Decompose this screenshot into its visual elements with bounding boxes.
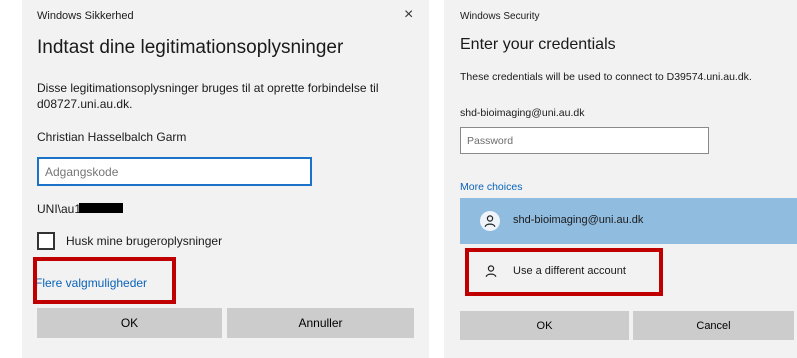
user-avatar-icon: [480, 211, 500, 231]
dialog-app-title: Windows Security: [460, 11, 540, 22]
more-choices-link[interactable]: More choices: [460, 181, 522, 193]
more-choices-link[interactable]: Flere valgmuligheder: [35, 276, 147, 290]
account-option[interactable]: shd-bioimaging@uni.au.dk: [460, 198, 797, 244]
remember-checkbox[interactable]: [37, 232, 55, 250]
remember-label: Husk mine brugeroplysninger: [66, 234, 223, 248]
cancel-button[interactable]: Annuller: [227, 308, 414, 338]
dialog-description: These credentials will be used to connec…: [460, 71, 752, 83]
redaction-bar: [79, 203, 123, 213]
password-input[interactable]: [460, 127, 709, 154]
dialog-app-title: Windows Sikkerhed: [37, 10, 134, 22]
use-different-account-option[interactable]: Use a different account: [460, 248, 700, 296]
windows-security-dialog-danish: Windows Sikkerhed × Indtast dine legitim…: [22, 0, 429, 358]
dialog-heading: Indtast dine legitimationsoplysninger: [37, 37, 344, 58]
windows-security-dialog-english: Windows Security Enter your credentials …: [444, 0, 797, 358]
username-label: Christian Hasselbalch Garm: [37, 130, 187, 144]
password-input[interactable]: [37, 157, 312, 186]
cancel-button[interactable]: Cancel: [633, 311, 794, 340]
close-icon[interactable]: ×: [404, 6, 413, 24]
use-different-account-label: Use a different account: [513, 265, 626, 277]
dialog-description: Disse legitimationsoplysninger bruges ti…: [37, 81, 379, 111]
dialog-heading: Enter your credentials: [460, 36, 616, 53]
ok-button[interactable]: OK: [37, 308, 222, 338]
username-label: shd-bioimaging@uni.au.dk: [460, 107, 585, 119]
user-icon: [484, 264, 498, 283]
ok-button[interactable]: OK: [460, 311, 629, 340]
account-option-label: shd-bioimaging@uni.au.dk: [513, 214, 644, 226]
